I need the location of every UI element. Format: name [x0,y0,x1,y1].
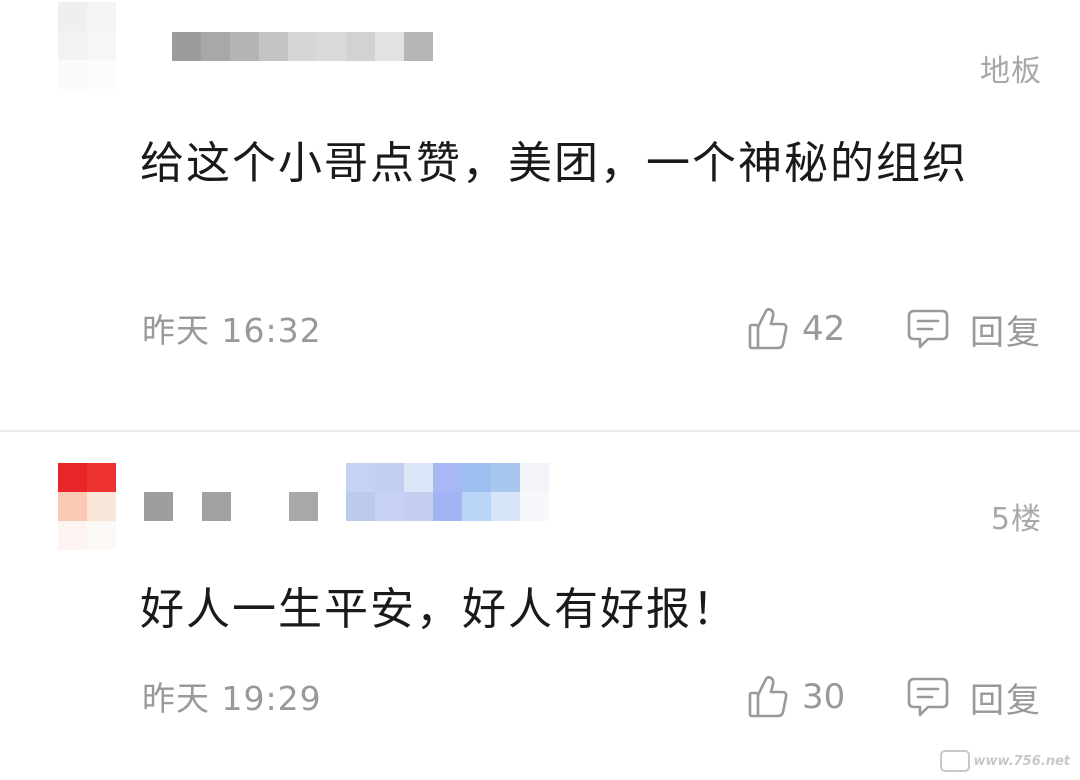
badge-pixel [491,492,520,521]
comment-time: 昨天 16:32 [142,311,322,350]
username-pixel [201,32,230,61]
like-count: 30 [802,677,846,717]
avatar-pixel [58,60,87,89]
like-button[interactable]: 30 [748,672,845,722]
avatar[interactable] [58,2,116,90]
avatar-pixel [58,463,87,492]
username-pixel [346,32,375,61]
thumbs-up-icon [748,675,788,719]
avatar-pixel [87,31,116,60]
avatar-pixel [87,521,116,550]
badge-pixel [404,492,433,521]
badge-pixel [491,463,520,492]
user-badge [346,463,549,523]
avatar-pixel [58,31,87,60]
watermark-logo-icon [939,750,970,772]
username-pixel [259,32,288,61]
username-pixel [172,32,201,61]
thumbs-up-icon [748,307,788,351]
avatar-pixel [87,60,116,89]
comment-item: 地板 给这个小哥点赞，美团，一个神秘的组织 昨天 16:32 42 回复 [0,0,1080,430]
badge-pixel [520,463,549,492]
username-pixel [317,32,346,61]
comment-text: 好人一生平安，好人有好报！ [140,584,738,635]
comment-bubble-icon [906,307,950,351]
username-pixel [230,32,259,61]
comment-time: 昨天 19:29 [142,679,322,718]
avatar-pixel [87,492,116,521]
badge-pixel [375,492,404,521]
badge-pixel [462,463,491,492]
like-button[interactable]: 42 [748,304,845,354]
watermark-text: www.756.net [973,753,1071,769]
floor-label: 地板 [980,54,1042,89]
avatar-pixel [87,463,116,492]
badge-pixel [404,463,433,492]
badge-pixel [433,492,462,521]
badge-pixel [462,492,491,521]
username-pixel [202,492,231,521]
reply-button[interactable]: 回复 [906,304,1042,354]
badge-pixel [520,492,549,521]
floor-label: 5楼 [990,502,1042,537]
comment-bubble-icon [906,675,950,719]
username-pixel [404,32,433,61]
username[interactable] [172,32,433,62]
username-pixel [144,492,173,521]
badge-pixel [346,463,375,492]
badge-pixel [433,463,462,492]
like-count: 42 [802,309,846,349]
avatar[interactable] [58,463,116,551]
reply-label: 回复 [970,680,1042,721]
badge-pixel [346,492,375,521]
username-pixel [375,32,404,61]
avatar-pixel [58,2,87,31]
reply-label: 回复 [970,312,1042,353]
avatar-pixel [87,2,116,31]
reply-button[interactable]: 回复 [906,672,1042,722]
username-pixel [288,32,317,61]
watermark: www.756.net [939,750,1071,772]
avatar-pixel [58,492,87,521]
comment-item: 5楼 好人一生平安，好人有好报！ 昨天 19:29 30 回复 [0,432,1080,780]
username[interactable] [144,492,324,522]
badge-pixel [375,463,404,492]
comment-text: 给这个小哥点赞，美团，一个神秘的组织 [140,138,968,189]
username-pixel [289,492,318,521]
avatar-pixel [58,521,87,550]
